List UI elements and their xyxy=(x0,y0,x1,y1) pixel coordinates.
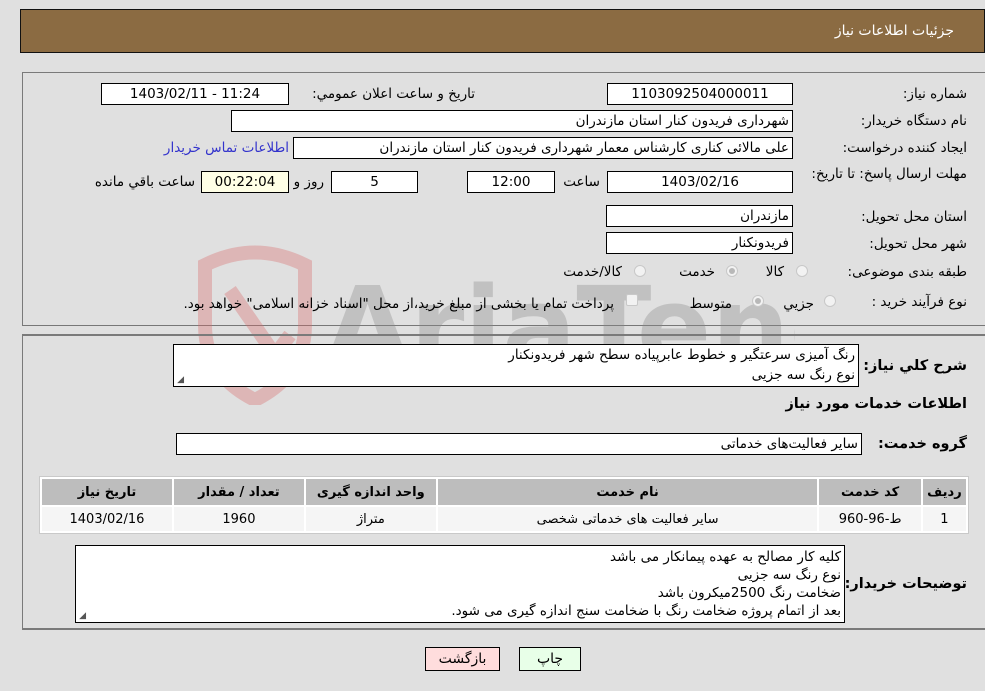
col-need-date: تاریخ نیاز xyxy=(42,479,172,505)
back-button[interactable]: بازگشت xyxy=(425,647,500,671)
purchase-radio-medium[interactable] xyxy=(752,295,764,307)
services-section-title: اطلاعات خدمات مورد نیاز xyxy=(785,396,967,412)
description-textarea[interactable]: رنگ آمیزی سرعتگیر و خطوط عابرپیاده سطح ش… xyxy=(173,344,859,387)
resize-grip-icon[interactable]: ◢ xyxy=(176,376,184,385)
treasury-note: پرداخت تمام یا بخشی از مبلغ خرید،از محل … xyxy=(183,296,614,312)
buyer-notes-line: ضخامت رنگ 2500میکرون باشد xyxy=(657,585,841,601)
purchase-option-medium: متوسط xyxy=(689,296,732,312)
buyer-notes-label: توضیحات خریدار: xyxy=(844,576,967,592)
remaining-time-field: 00:22:04 xyxy=(201,171,289,193)
cell-row-number: 1 xyxy=(922,507,966,531)
table-row: 1 ط-96-960 سایر فعالیت های خدماتی شخصی م… xyxy=(42,507,966,531)
resize-grip-icon[interactable]: ◢ xyxy=(78,612,86,621)
buyer-org-label: نام دستگاه خریدار: xyxy=(860,113,967,129)
purchase-option-minor: جزيي xyxy=(783,296,814,312)
category-option-service: خدمت xyxy=(679,264,715,280)
cell-service-name: سایر فعالیت های خدماتی شخصی xyxy=(437,507,818,531)
buyer-contact-link[interactable]: اطلاعات تماس خریدار xyxy=(164,140,289,156)
remaining-time-label: ساعت باقي مانده xyxy=(94,174,195,190)
category-radio-goods[interactable] xyxy=(796,265,808,277)
remaining-days-field: 5 xyxy=(331,171,418,193)
category-radio-service[interactable] xyxy=(726,265,738,277)
requester-field: علی مالائی کناری کارشناس معمار شهرداری ف… xyxy=(293,137,793,159)
deadline-date-field: 1403/02/16 xyxy=(607,171,793,193)
col-unit: واحد اندازه گیری xyxy=(305,479,436,505)
need-number-field: 1103092504000011 xyxy=(607,83,793,105)
buyer-notes-textarea[interactable]: کلیه کار مصالح به عهده پیمانکار می باشد … xyxy=(75,545,845,623)
category-option-goods-service: کالا/خدمت xyxy=(563,264,622,280)
col-row-number: ردیف xyxy=(922,479,966,505)
cell-service-code: ط-96-960 xyxy=(819,507,921,531)
print-button[interactable]: چاپ xyxy=(519,647,581,671)
col-service-name: نام خدمت xyxy=(437,479,818,505)
description-label: شرح کلي نياز: xyxy=(863,358,967,374)
category-label: طبقه بندی موضوعی: xyxy=(847,264,967,280)
buyer-org-field: شهرداری فریدون کنار استان مازندران xyxy=(231,110,793,132)
announce-datetime-label: تاریخ و ساعت اعلان عمومي: xyxy=(312,86,475,102)
deadline-label: مهلت ارسال پاسخ: تا تاریخ: xyxy=(811,166,967,182)
page-title: جزئیات اطلاعات نیاز xyxy=(834,23,954,39)
table-header-row: ردیف کد خدمت نام خدمت واحد اندازه گیری ت… xyxy=(42,479,966,505)
need-number-label: شماره نیاز: xyxy=(902,86,967,102)
page-header: جزئیات اطلاعات نیاز xyxy=(20,9,985,53)
deadline-time-field: 12:00 xyxy=(467,171,555,193)
col-quantity: تعداد / مقدار xyxy=(173,479,304,505)
requester-label: ایجاد کننده درخواست: xyxy=(842,140,967,156)
col-service-code: کد خدمت xyxy=(819,479,921,505)
description-line: رنگ آمیزی سرعتگیر و خطوط عابرپیاده سطح ش… xyxy=(508,347,855,363)
service-group-label: گروه خدمت: xyxy=(877,436,967,452)
buyer-notes-line: بعد از اتمام پروژه ضخامت رنگ با ضخامت سن… xyxy=(451,603,841,619)
category-option-goods: کالا xyxy=(765,264,784,280)
delivery-province-field: مازندران xyxy=(606,205,793,227)
purchase-type-label: نوع فرآیند خرید : xyxy=(871,294,967,310)
delivery-province-label: استان محل تحویل: xyxy=(861,209,967,225)
treasury-checkbox[interactable] xyxy=(626,294,638,306)
announce-datetime-field: 1403/02/11 - 11:24 xyxy=(101,83,289,105)
description-line: نوع رنگ سه جزیی xyxy=(751,367,855,383)
cell-unit: متراژ xyxy=(305,507,436,531)
category-radio-goods-service[interactable] xyxy=(634,265,646,277)
days-label: روز و xyxy=(293,174,324,190)
deadline-time-label: ساعت xyxy=(563,174,600,190)
purchase-radio-minor[interactable] xyxy=(824,295,836,307)
delivery-city-label: شهر محل تحویل: xyxy=(869,236,967,252)
service-group-field: سایر فعالیت‌های خدماتی xyxy=(176,433,862,455)
buyer-notes-line: نوع رنگ سه جزیی xyxy=(737,567,841,583)
buyer-notes-line: کلیه کار مصالح به عهده پیمانکار می باشد xyxy=(610,549,841,565)
services-table: ردیف کد خدمت نام خدمت واحد اندازه گیری ت… xyxy=(39,476,969,534)
delivery-city-field: فریدونکنار xyxy=(606,232,793,254)
cell-need-date: 1403/02/16 xyxy=(42,507,172,531)
cell-quantity: 1960 xyxy=(173,507,304,531)
